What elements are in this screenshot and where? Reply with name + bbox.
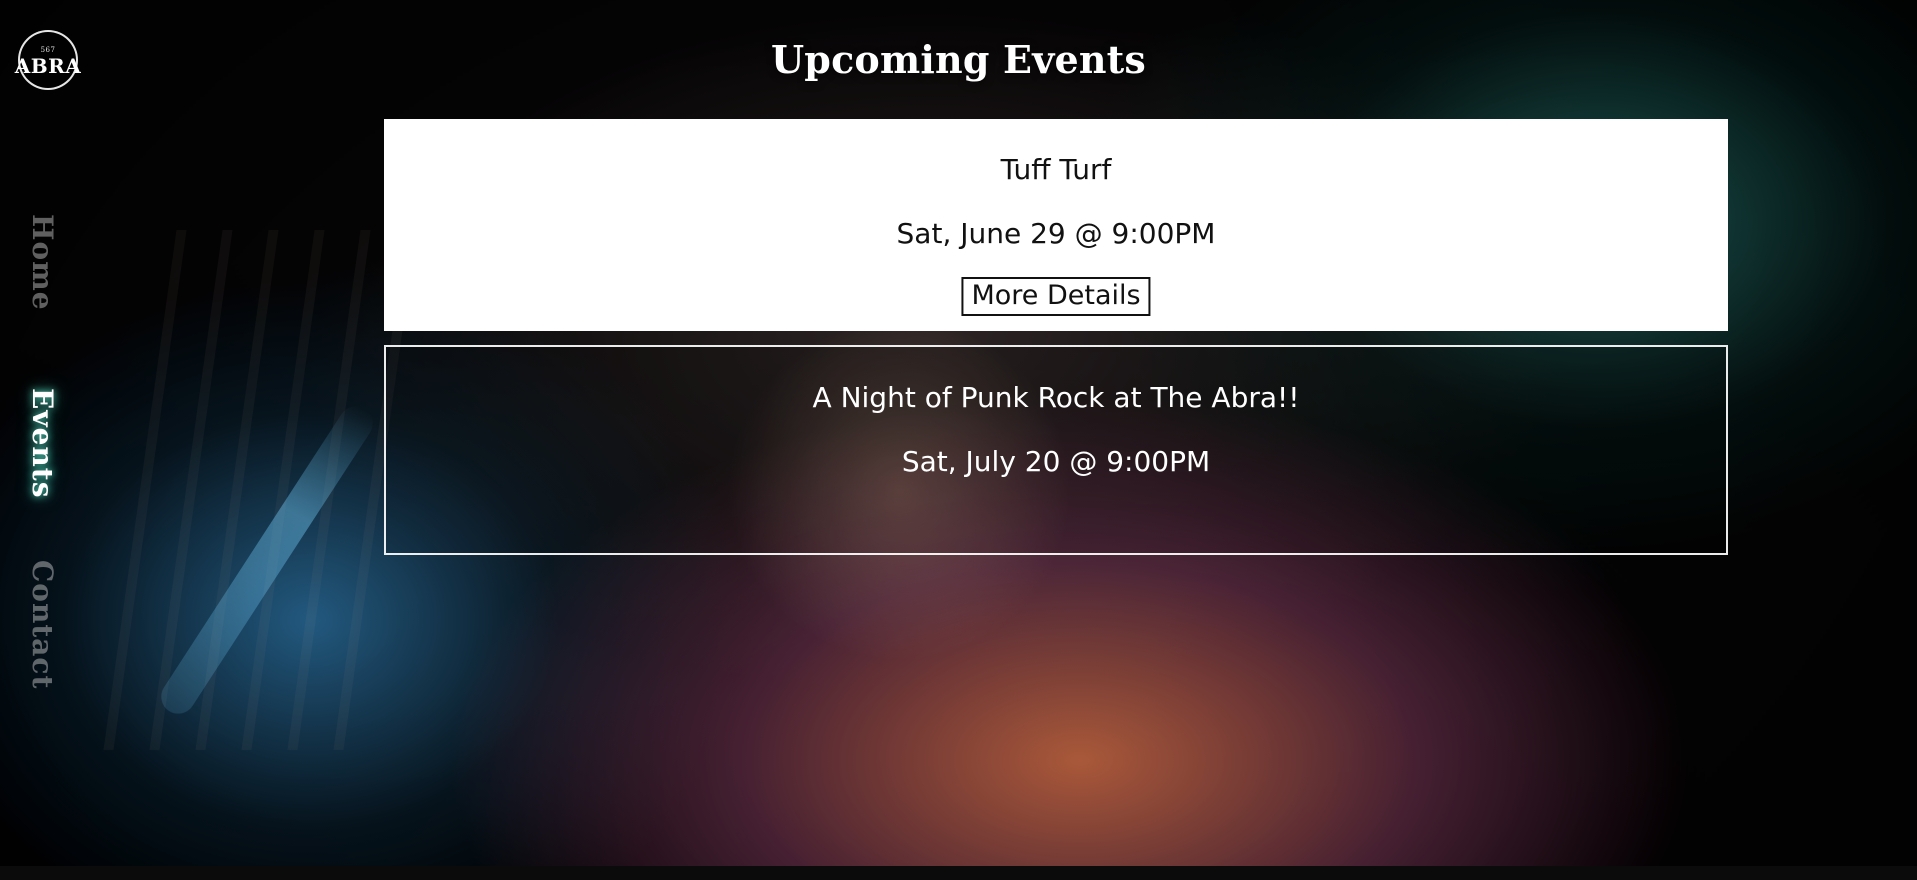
sidebar-item-events[interactable]: Events	[26, 388, 59, 498]
page-title: Upcoming Events	[770, 37, 1147, 82]
event-title: A Night of Punk Rock at The Abra!!	[812, 381, 1300, 414]
event-card: A Night of Punk Rock at The Abra!! Sat, …	[384, 345, 1728, 555]
sidebar-item-label: Contact	[26, 560, 59, 690]
events-list: Tuff Turf Sat, June 29 @ 9:00PM More Det…	[384, 119, 1728, 555]
event-card: Tuff Turf Sat, June 29 @ 9:00PM More Det…	[384, 119, 1728, 331]
sidebar: 567 ABRA Home Events Contact	[0, 0, 90, 866]
event-date: Sat, June 29 @ 9:00PM	[896, 217, 1216, 250]
sidebar-item-label: Events	[26, 388, 59, 499]
sidebar-item-home[interactable]: Home	[26, 214, 59, 311]
sidebar-item-label: Home	[26, 214, 59, 311]
event-title: Tuff Turf	[1000, 153, 1112, 186]
sidebar-item-contact[interactable]: Contact	[26, 560, 59, 689]
event-date: Sat, July 20 @ 9:00PM	[901, 445, 1211, 478]
more-details-button[interactable]: More Details	[961, 277, 1151, 317]
